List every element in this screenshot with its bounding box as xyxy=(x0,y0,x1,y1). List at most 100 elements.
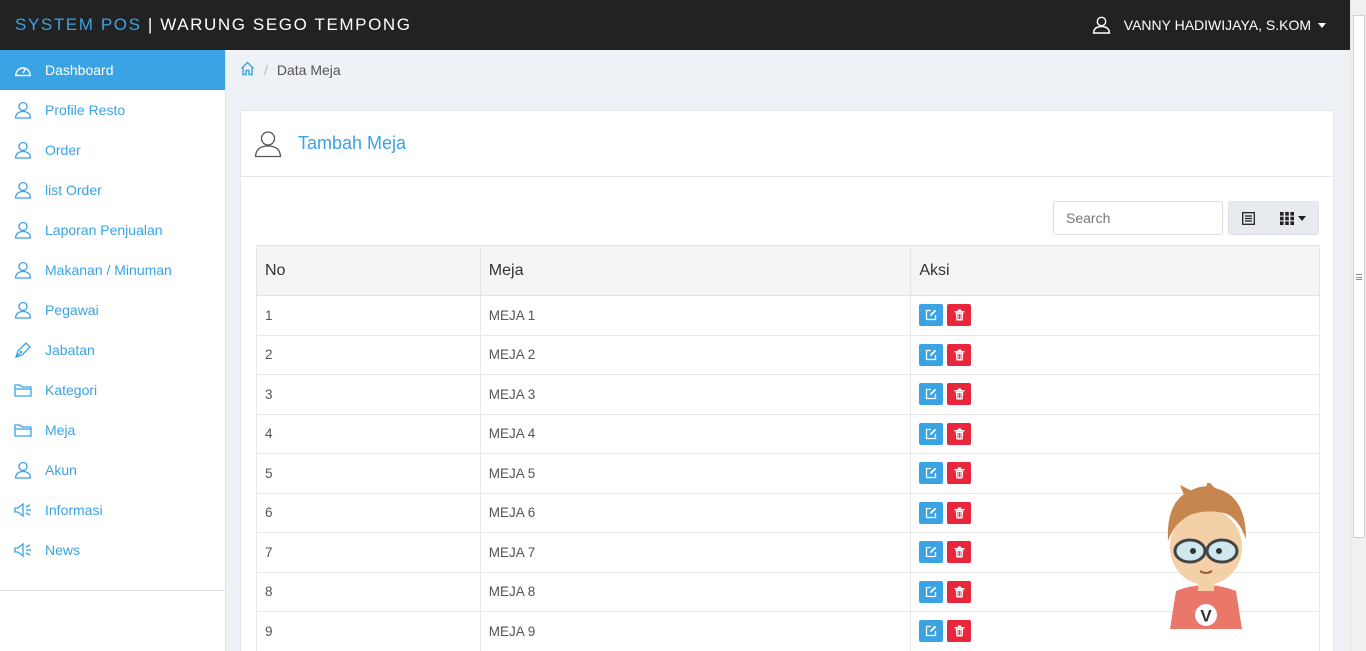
delete-button[interactable] xyxy=(947,462,972,485)
delete-button[interactable] xyxy=(947,541,972,564)
sidebar-item-label: Laporan Penjualan xyxy=(45,222,163,238)
panel-header: Tambah Meja xyxy=(241,111,1333,177)
edit-icon xyxy=(926,468,937,479)
delete-button[interactable] xyxy=(947,422,972,445)
delete-button[interactable] xyxy=(947,501,972,524)
user-menu[interactable]: VANNY HADIWIJAYA, S.KOM xyxy=(1092,15,1326,35)
cell-aksi xyxy=(910,492,1320,533)
brand-title[interactable]: SYSTEM POS | WARUNG SEGO TEMPONG xyxy=(15,15,412,35)
breadcrumb: / Data Meja xyxy=(226,50,1350,90)
cell-meja: MEJA 5 xyxy=(479,453,912,494)
home-icon[interactable] xyxy=(240,61,255,79)
edit-icon xyxy=(926,428,937,439)
edit-icon xyxy=(926,507,937,518)
column-header-aksi[interactable]: Aksi xyxy=(910,245,1320,296)
view-toggle-group xyxy=(1228,201,1319,235)
sidebar-item-meja[interactable]: Meja xyxy=(0,410,225,450)
cell-no: 3 xyxy=(256,374,481,415)
user-icon xyxy=(1092,16,1111,34)
table-row: 2 MEJA 2 xyxy=(256,334,1320,375)
sidebar-item-kategori[interactable]: Kategori xyxy=(0,370,225,410)
table-header-row: No Meja Aksi xyxy=(256,245,1320,296)
panel-title[interactable]: Tambah Meja xyxy=(298,133,406,154)
sidebar-item-label: News xyxy=(45,542,81,558)
column-header-meja[interactable]: Meja xyxy=(479,245,912,296)
search-input[interactable] xyxy=(1053,201,1223,235)
delete-button[interactable] xyxy=(947,620,972,643)
pen-icon xyxy=(14,341,32,359)
sidebar-item-pegawai[interactable]: Pegawai xyxy=(0,290,225,330)
list-view-button[interactable] xyxy=(1229,202,1269,234)
cell-meja: MEJA 1 xyxy=(479,295,912,336)
cell-aksi xyxy=(910,295,1320,336)
edit-button[interactable] xyxy=(919,620,944,643)
cell-meja: MEJA 4 xyxy=(479,413,912,454)
edit-button[interactable] xyxy=(919,541,944,564)
trash-icon xyxy=(954,586,965,598)
scrollbar-grip xyxy=(1356,274,1362,280)
edit-icon xyxy=(926,626,937,637)
cell-meja: MEJA 9 xyxy=(479,611,912,651)
sidebar-item-laporan-penjualan[interactable]: Laporan Penjualan xyxy=(0,210,225,250)
delete-button[interactable] xyxy=(947,304,972,327)
folder-icon xyxy=(14,381,32,399)
sidebar-item-news[interactable]: News xyxy=(0,530,225,570)
sidebar-item-informasi[interactable]: Informasi xyxy=(0,490,225,530)
user-icon xyxy=(14,461,32,479)
edit-button[interactable] xyxy=(919,580,944,603)
edit-button[interactable] xyxy=(919,383,944,406)
cell-aksi xyxy=(910,413,1320,454)
sidebar-item-label: Dashboard xyxy=(45,62,114,78)
trash-icon xyxy=(954,546,965,558)
cell-no: 6 xyxy=(256,492,481,533)
chevron-down-icon xyxy=(1318,22,1326,28)
cell-no: 7 xyxy=(256,532,481,573)
cell-aksi xyxy=(910,374,1320,415)
user-icon xyxy=(14,221,32,239)
sidebar-item-label: Profile Resto xyxy=(45,102,126,118)
sidebar-item-label: Order xyxy=(45,142,81,158)
edit-button[interactable] xyxy=(919,304,944,327)
column-header-no[interactable]: No xyxy=(256,245,481,296)
edit-button[interactable] xyxy=(919,501,944,524)
sidebar-item-order[interactable]: Order xyxy=(0,130,225,170)
sidebar-item-jabatan[interactable]: Jabatan xyxy=(0,330,225,370)
table-row: 4 MEJA 4 xyxy=(256,413,1320,454)
scrollbar-thumb[interactable] xyxy=(1353,15,1365,538)
sidebar-item-makanan-minuman[interactable]: Makanan / Minuman xyxy=(0,250,225,290)
dashboard-icon xyxy=(14,61,32,79)
sidebar-item-list-order[interactable]: list Order xyxy=(0,170,225,210)
list-icon xyxy=(1242,211,1256,225)
folder-icon xyxy=(14,421,32,439)
megaphone-icon xyxy=(14,541,32,559)
cell-aksi xyxy=(910,334,1320,375)
columns-toggle-button[interactable] xyxy=(1269,202,1318,234)
sidebar-item-profile-resto[interactable]: Profile Resto xyxy=(0,90,225,130)
cell-meja: MEJA 2 xyxy=(479,334,912,375)
brand-name: | WARUNG SEGO TEMPONG xyxy=(141,15,412,34)
sidebar-divider xyxy=(0,590,225,591)
cell-aksi xyxy=(910,611,1320,651)
top-navbar: SYSTEM POS | WARUNG SEGO TEMPONG VANNY H… xyxy=(0,0,1366,50)
edit-button[interactable] xyxy=(919,462,944,485)
edit-button[interactable] xyxy=(919,343,944,366)
sidebar: Dashboard Profile Resto Order list Order… xyxy=(0,50,226,651)
edit-icon xyxy=(926,389,937,400)
user-icon xyxy=(14,141,32,159)
sidebar-item-akun[interactable]: Akun xyxy=(0,450,225,490)
sidebar-item-label: Meja xyxy=(45,422,76,438)
cell-no: 9 xyxy=(256,611,481,651)
page-scrollbar[interactable] xyxy=(1350,0,1366,651)
edit-button[interactable] xyxy=(919,422,944,445)
trash-icon xyxy=(954,507,965,519)
delete-button[interactable] xyxy=(947,383,972,406)
sidebar-item-dashboard[interactable]: Dashboard xyxy=(0,50,225,90)
delete-button[interactable] xyxy=(947,343,972,366)
cell-meja: MEJA 3 xyxy=(479,374,912,415)
table-row: 1 MEJA 1 xyxy=(256,295,1320,336)
user-icon xyxy=(254,130,282,157)
delete-button[interactable] xyxy=(947,580,972,603)
user-icon xyxy=(14,101,32,119)
trash-icon xyxy=(954,625,965,637)
cell-no: 4 xyxy=(256,413,481,454)
